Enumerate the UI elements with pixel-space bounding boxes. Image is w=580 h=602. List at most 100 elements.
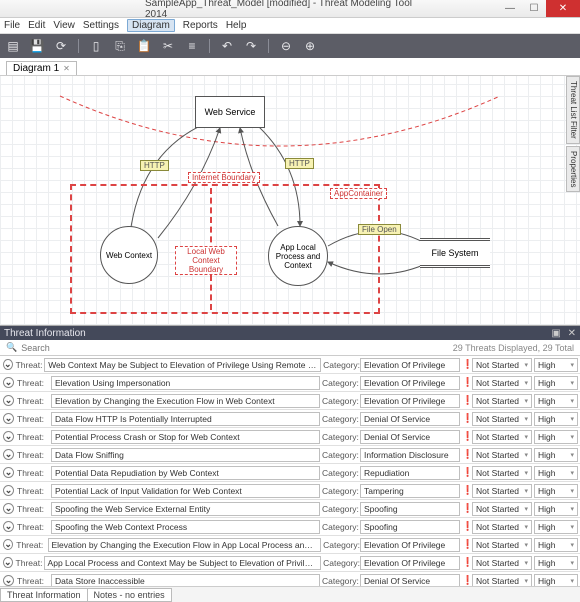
threat-category[interactable]: Denial Of Service bbox=[360, 412, 460, 426]
node-app-local[interactable]: App Local Process and Context bbox=[268, 226, 328, 286]
threat-row[interactable]: ⌄Threat:Elevation by Changing the Execut… bbox=[0, 536, 580, 554]
node-web-service[interactable]: Web Service bbox=[195, 96, 265, 128]
bottom-tab-notes[interactable]: Notes - no entries bbox=[87, 588, 172, 602]
side-tab-threat-filter[interactable]: Threat List Filter bbox=[566, 76, 580, 144]
flow-http-b[interactable]: HTTP bbox=[285, 158, 314, 169]
threat-list[interactable]: ⌄Threat:Web Context May be Subject to El… bbox=[0, 356, 580, 586]
flow-file-open[interactable]: File Open bbox=[358, 224, 401, 235]
threat-status-select[interactable]: Not Started bbox=[472, 430, 532, 444]
menu-edit[interactable]: Edit bbox=[28, 20, 45, 31]
expand-icon[interactable]: ⌄ bbox=[3, 395, 14, 406]
expand-icon[interactable]: ⌄ bbox=[3, 467, 14, 478]
threat-category[interactable]: Elevation Of Privilege bbox=[360, 538, 460, 552]
threat-priority-select[interactable]: High bbox=[534, 394, 578, 408]
threat-name[interactable]: Data Flow HTTP Is Potentially Interrupte… bbox=[51, 412, 320, 426]
threat-priority-select[interactable]: High bbox=[534, 358, 578, 372]
flow-http-a[interactable]: HTTP bbox=[140, 160, 169, 171]
threat-row[interactable]: ⌄Threat:Potential Data Repudiation by We… bbox=[0, 464, 580, 482]
threat-name[interactable]: Elevation Using Impersonation bbox=[51, 376, 320, 390]
threat-status-select[interactable]: Not Started bbox=[472, 574, 532, 587]
threat-status-select[interactable]: Not Started bbox=[472, 502, 532, 516]
threat-row[interactable]: ⌄Threat:Spoofing the Web Context Process… bbox=[0, 518, 580, 536]
zoom-out-icon[interactable]: ⊖ bbox=[279, 39, 293, 53]
threat-name[interactable]: Web Context May be Subject to Elevation … bbox=[44, 358, 321, 372]
search-input[interactable] bbox=[21, 343, 453, 353]
threat-row[interactable]: ⌄Threat:Spoofing the Web Service Externa… bbox=[0, 500, 580, 518]
minimize-button[interactable]: — bbox=[498, 0, 522, 17]
threat-priority-select[interactable]: High bbox=[534, 520, 578, 534]
threat-category[interactable]: Spoofing bbox=[360, 502, 460, 516]
threat-status-select[interactable]: Not Started bbox=[472, 484, 532, 498]
threat-row[interactable]: ⌄Threat:Data Flow HTTP Is Potentially In… bbox=[0, 410, 580, 428]
menu-help[interactable]: Help bbox=[226, 20, 247, 31]
pin-icon[interactable]: ▣ bbox=[551, 328, 560, 339]
panel-close-icon[interactable]: ✕ bbox=[568, 328, 576, 339]
expand-icon[interactable]: ⌄ bbox=[3, 359, 13, 370]
expand-icon[interactable]: ⌄ bbox=[3, 431, 14, 442]
threat-priority-select[interactable]: High bbox=[534, 502, 578, 516]
copy-icon[interactable]: ⎘ bbox=[113, 39, 127, 53]
threat-status-select[interactable]: Not Started bbox=[472, 556, 532, 570]
threat-row[interactable]: ⌄Threat:Data Store InaccessibleCategory:… bbox=[0, 572, 580, 586]
threat-priority-select[interactable]: High bbox=[534, 430, 578, 444]
threat-row[interactable]: ⌄Threat:App Local Process and Context Ma… bbox=[0, 554, 580, 572]
expand-icon[interactable]: ⌄ bbox=[3, 557, 13, 568]
threat-row[interactable]: ⌄Threat:Potential Lack of Input Validati… bbox=[0, 482, 580, 500]
node-web-context[interactable]: Web Context bbox=[100, 226, 158, 284]
threat-status-select[interactable]: Not Started bbox=[472, 394, 532, 408]
redo-icon[interactable]: ↷ bbox=[244, 39, 258, 53]
threat-name[interactable]: Elevation by Changing the Execution Flow… bbox=[51, 394, 320, 408]
menu-view[interactable]: View bbox=[53, 20, 75, 31]
threat-name[interactable]: App Local Process and Context May be Sub… bbox=[44, 556, 322, 570]
expand-icon[interactable]: ⌄ bbox=[3, 539, 13, 550]
threat-priority-select[interactable]: High bbox=[534, 412, 578, 426]
threat-category[interactable]: Denial Of Service bbox=[360, 574, 460, 587]
threat-row[interactable]: ⌄Threat:Elevation Using ImpersonationCat… bbox=[0, 374, 580, 392]
menu-settings[interactable]: Settings bbox=[83, 20, 119, 31]
threat-name[interactable]: Potential Lack of Input Validation for W… bbox=[51, 484, 320, 498]
node-file-system[interactable]: File System bbox=[420, 238, 490, 268]
menu-diagram[interactable]: Diagram bbox=[127, 19, 175, 32]
refresh-icon[interactable]: ⟳ bbox=[54, 39, 68, 53]
menu-reports[interactable]: Reports bbox=[183, 20, 218, 31]
threat-row[interactable]: ⌄Threat:Potential Process Crash or Stop … bbox=[0, 428, 580, 446]
expand-icon[interactable]: ⌄ bbox=[3, 377, 14, 388]
threat-priority-select[interactable]: High bbox=[534, 466, 578, 480]
threat-category[interactable]: Elevation Of Privilege bbox=[360, 394, 460, 408]
threat-category[interactable]: Elevation Of Privilege bbox=[360, 358, 460, 372]
tab-close-icon[interactable]: ✕ bbox=[63, 64, 70, 73]
threat-name[interactable]: Data Flow Sniffing bbox=[51, 448, 320, 462]
threat-category[interactable]: Spoofing bbox=[360, 520, 460, 534]
threat-priority-select[interactable]: High bbox=[534, 484, 578, 498]
threat-priority-select[interactable]: High bbox=[534, 574, 578, 587]
threat-category[interactable]: Elevation Of Privilege bbox=[360, 376, 460, 390]
threat-status-select[interactable]: Not Started bbox=[472, 448, 532, 462]
threat-status-select[interactable]: Not Started bbox=[472, 376, 532, 390]
expand-icon[interactable]: ⌄ bbox=[3, 575, 14, 586]
maximize-button[interactable]: ☐ bbox=[522, 0, 546, 17]
threat-name[interactable]: Potential Data Repudiation by Web Contex… bbox=[51, 466, 320, 480]
expand-icon[interactable]: ⌄ bbox=[3, 521, 14, 532]
cut-icon[interactable]: ✂ bbox=[161, 39, 175, 53]
threat-priority-select[interactable]: High bbox=[534, 556, 578, 570]
threat-priority-select[interactable]: High bbox=[534, 376, 578, 390]
threat-name[interactable]: Spoofing the Web Service External Entity bbox=[51, 502, 320, 516]
side-tab-properties[interactable]: Properties bbox=[566, 146, 580, 192]
threat-status-select[interactable]: Not Started bbox=[472, 466, 532, 480]
threat-priority-select[interactable]: High bbox=[534, 538, 578, 552]
paste-icon[interactable]: 📋 bbox=[137, 39, 151, 53]
threat-status-select[interactable]: Not Started bbox=[472, 538, 532, 552]
threat-row[interactable]: ⌄Threat:Web Context May be Subject to El… bbox=[0, 356, 580, 374]
threat-category[interactable]: Repudiation bbox=[360, 466, 460, 480]
threat-status-select[interactable]: Not Started bbox=[472, 358, 532, 372]
threat-name[interactable]: Spoofing the Web Context Process bbox=[51, 520, 320, 534]
threat-row[interactable]: ⌄Threat:Data Flow SniffingCategory:Infor… bbox=[0, 446, 580, 464]
threat-category[interactable]: Elevation Of Privilege bbox=[360, 556, 460, 570]
threat-status-select[interactable]: Not Started bbox=[472, 520, 532, 534]
threat-status-select[interactable]: Not Started bbox=[472, 412, 532, 426]
threat-name[interactable]: Elevation by Changing the Execution Flow… bbox=[48, 538, 322, 552]
page-icon[interactable]: ▯ bbox=[89, 39, 103, 53]
threat-priority-select[interactable]: High bbox=[534, 448, 578, 462]
threat-name[interactable]: Potential Process Crash or Stop for Web … bbox=[51, 430, 320, 444]
diagram-canvas[interactable]: AppContainer Local Web Context Boundary … bbox=[0, 76, 580, 326]
